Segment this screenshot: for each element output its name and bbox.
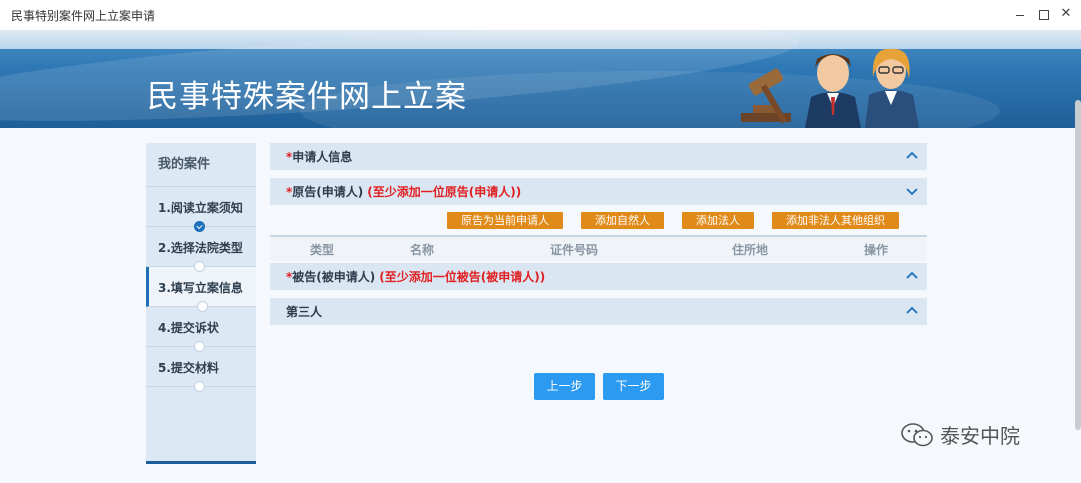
previous-step-button[interactable]: 上一步 <box>534 373 595 400</box>
section-plaintiff[interactable]: * 原告(申请人) (至少添加一位原告(申请人)) <box>270 178 927 205</box>
maximize-icon[interactable] <box>1036 7 1050 21</box>
section-title: 申请人信息 <box>292 150 353 164</box>
judges-illustration <box>741 48 919 128</box>
vertical-scrollbar[interactable] <box>1075 100 1081 430</box>
chevron-up-icon[interactable] <box>906 270 918 282</box>
section-title: 原告(申请人) <box>292 185 364 199</box>
window-controls: ✕ <box>1013 7 1073 21</box>
title-bar: 民事特别案件网上立案申请 ✕ <box>0 0 1081 31</box>
watermark-text: 泰安中院 <box>940 424 1020 448</box>
step-select-court-type[interactable]: 2.选择法院类型 <box>146 227 256 272</box>
step-submit-materials[interactable]: 5.提交材料 <box>146 347 256 392</box>
add-natural-person-button[interactable]: 添加自然人 <box>581 212 664 229</box>
section-title: 第三人 <box>286 305 323 319</box>
wechat-icon <box>901 422 933 446</box>
section-requirement-note: (至少添加一位被告(被申请人)) <box>379 270 546 284</box>
step-navigation: 上一步 下一步 <box>534 373 664 400</box>
section-defendant[interactable]: * 被告(被申请人) (至少添加一位被告(被申请人)) <box>270 263 927 290</box>
column-address: 住所地 <box>732 242 769 257</box>
step-fill-case-info[interactable]: 3.填写立案信息 <box>146 267 256 312</box>
watermark: 泰安中院 <box>900 420 1020 449</box>
party-table-header: 类型 名称 证件号码 住所地 操作 <box>270 235 927 261</box>
case-form: * 申请人信息 * 原告(申请人) (至少添加一位原告(申请人)) 原告为当前申… <box>270 143 927 333</box>
banner-title: 民事特殊案件网上立案 <box>147 79 467 115</box>
add-other-organization-button[interactable]: 添加非法人其他组织 <box>772 212 899 229</box>
header-banner: 民事特殊案件网上立案 <box>0 31 1081 128</box>
step-complete-icon <box>194 221 205 232</box>
section-third-party[interactable]: 第三人 <box>270 298 927 325</box>
step-read-notice[interactable]: 1.阅读立案须知 <box>146 187 256 232</box>
next-step-button[interactable]: 下一步 <box>603 373 664 400</box>
chevron-down-icon[interactable] <box>906 185 918 197</box>
column-action: 操作 <box>864 242 889 257</box>
step-label: 4.提交诉状 <box>158 321 219 335</box>
step-label: 5.提交材料 <box>158 361 219 375</box>
step-label: 3.填写立案信息 <box>158 281 243 295</box>
minimize-icon[interactable] <box>1013 7 1027 21</box>
set-as-current-applicant-button[interactable]: 原告为当前申请人 <box>447 212 563 229</box>
case-steps-sidebar: 我的案件 1.阅读立案须知 2.选择法院类型 3.填写立案信息 4.提交诉状 5… <box>146 143 256 464</box>
chevron-up-icon[interactable] <box>906 305 918 317</box>
step-pending-icon <box>197 301 208 312</box>
column-name: 名称 <box>410 242 435 257</box>
add-legal-person-button[interactable]: 添加法人 <box>682 212 754 229</box>
section-applicant-info[interactable]: * 申请人信息 <box>270 143 927 170</box>
step-submit-complaint[interactable]: 4.提交诉状 <box>146 307 256 352</box>
window-title: 民事特别案件网上立案申请 <box>11 8 156 23</box>
chevron-up-icon[interactable] <box>906 150 918 162</box>
section-title: 被告(被申请人) <box>292 270 376 284</box>
step-pending-icon <box>194 341 205 352</box>
close-icon[interactable]: ✕ <box>1059 7 1073 21</box>
section-requirement-note: (至少添加一位原告(申请人)) <box>367 185 522 199</box>
column-id-number: 证件号码 <box>550 242 599 257</box>
step-label: 2.选择法院类型 <box>158 241 243 255</box>
sidebar-heading: 我的案件 <box>146 143 256 187</box>
application-window: 民事特别案件网上立案申请 ✕ 民事特殊案件网上立案 我的案件 1.阅读立案须知 … <box>0 0 1081 483</box>
column-type: 类型 <box>310 242 335 257</box>
step-label: 1.阅读立案须知 <box>158 201 243 215</box>
step-pending-icon <box>194 261 205 272</box>
step-pending-icon <box>194 381 205 392</box>
plaintiff-action-buttons: 原告为当前申请人 添加自然人 添加法人 添加非法人其他组织 <box>447 212 927 229</box>
